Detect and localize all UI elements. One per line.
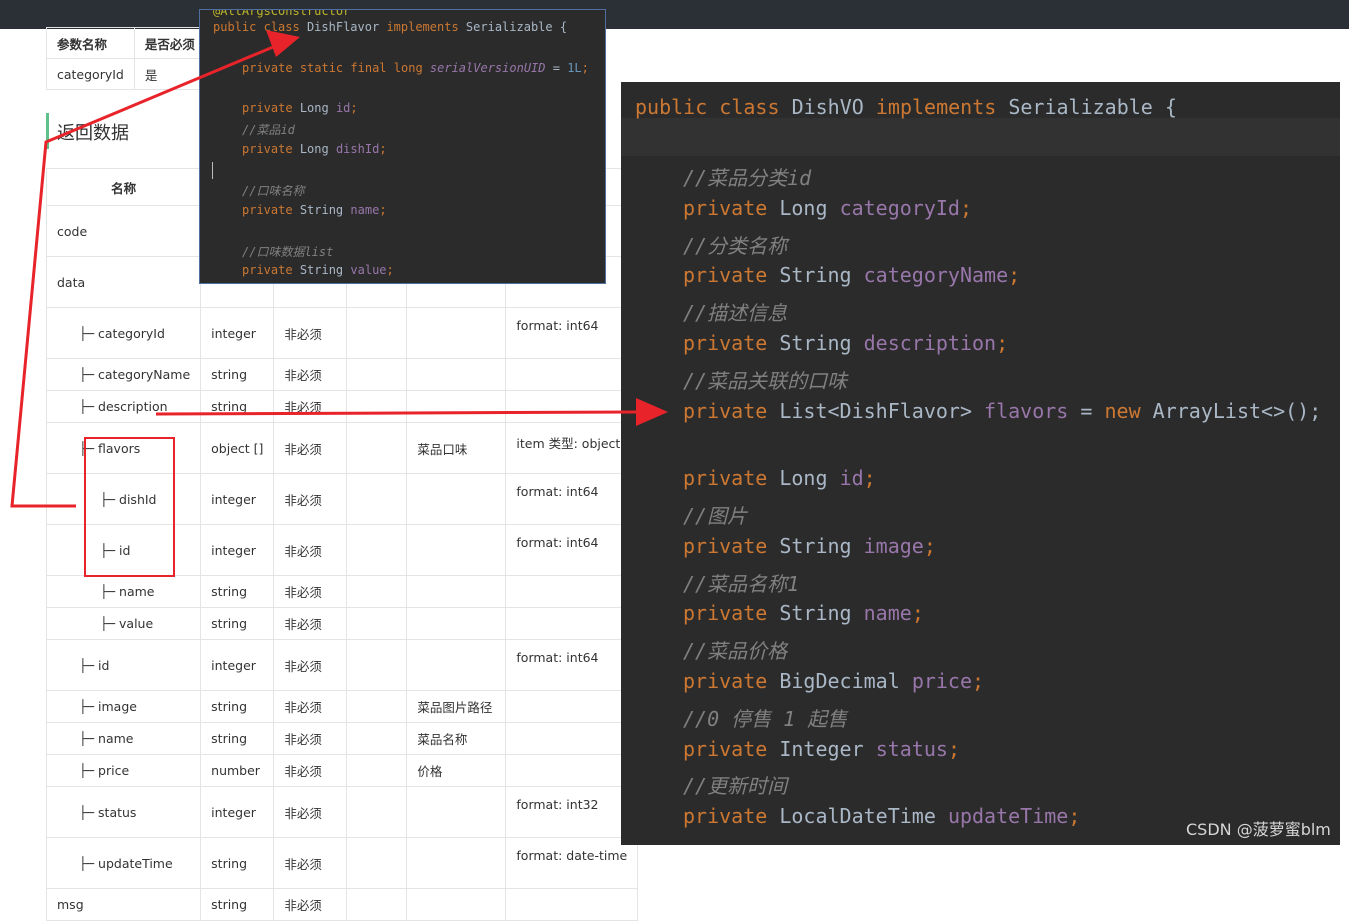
highlight-box bbox=[84, 437, 175, 577]
cell-extra: format: date-time bbox=[505, 837, 639, 889]
cell-req: 非必须 bbox=[273, 837, 348, 889]
cell-req: 非必须 bbox=[273, 888, 348, 921]
arrow-head bbox=[266, 30, 300, 57]
empty-cell bbox=[346, 888, 408, 921]
arrow-to-flavors-field bbox=[155, 410, 641, 416]
annotation-overlay bbox=[10, 30, 668, 577]
table-row: msg string 非必须 bbox=[45, 888, 639, 921]
cell-type: string bbox=[200, 888, 275, 921]
cell-type: string bbox=[200, 837, 275, 889]
table-row: ├─ updateTime string 非必须 format: date-time bbox=[45, 837, 639, 889]
arrow-head bbox=[636, 398, 668, 426]
cell-name: msg bbox=[45, 888, 202, 921]
empty-cell bbox=[346, 837, 408, 889]
arrow-to-dishflavor bbox=[10, 40, 286, 508]
cell-desc bbox=[406, 888, 507, 921]
cell-extra bbox=[505, 888, 639, 921]
cell-name: ├─ updateTime bbox=[45, 837, 202, 889]
cell-desc bbox=[406, 837, 507, 889]
